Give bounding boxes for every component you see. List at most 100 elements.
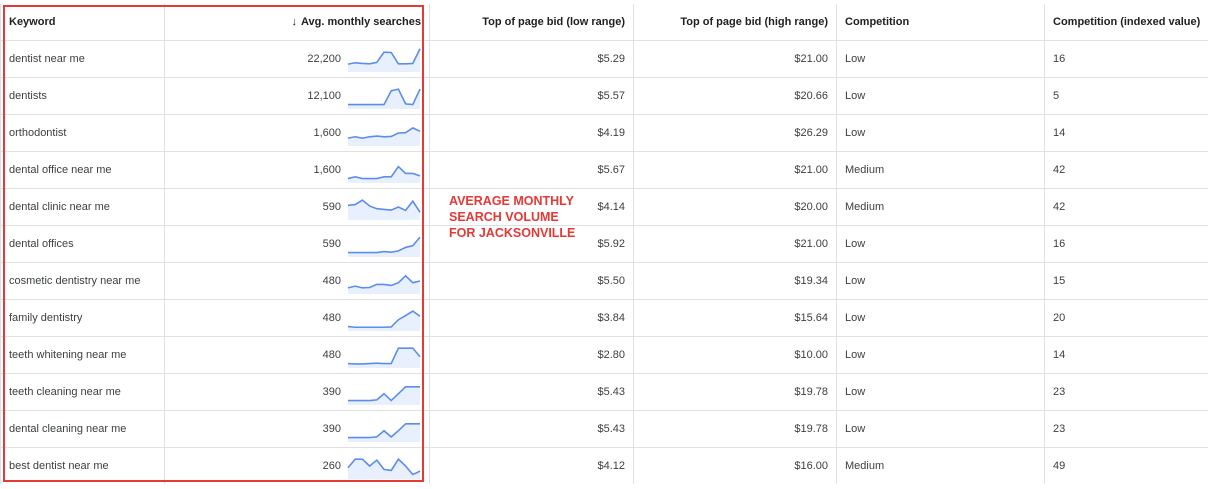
competition-cell: Low [836, 373, 1045, 411]
trend-sparkline [347, 199, 421, 220]
avg-searches-value: 1,600 [313, 127, 341, 139]
table-row[interactable]: family dentistry 480 $3.84 $15.64 Low 20 [0, 299, 1208, 337]
annotation-text: AVERAGE MONTHLY SEARCH VOLUME FOR JACKSO… [449, 193, 609, 241]
avg-searches-cell: 1,600 [164, 114, 430, 152]
sparkline-area [348, 166, 420, 183]
bid-low-cell: $4.19 [429, 114, 634, 152]
column-header-avg-monthly-searches[interactable]: ↓ Avg. monthly searches [164, 4, 430, 41]
table-row[interactable]: dentist near me 22,200 $5.29 $21.00 Low 16 [0, 40, 1208, 78]
bid-low-cell: $5.50 [429, 262, 634, 300]
bid-high-cell: $21.00 [633, 225, 837, 263]
avg-searches-wrap: 12,100 [173, 83, 421, 109]
avg-searches-cell: 12,100 [164, 77, 430, 115]
bid-high-cell: $16.00 [633, 447, 837, 484]
sparkline-line [348, 88, 421, 106]
competition-cell: Low [836, 299, 1045, 337]
table-row[interactable]: teeth whitening near me 480 $2.80 $10.00 Low… [0, 336, 1208, 374]
table-row[interactable]: dental office near me 1,600 $5.67 $21.00 Med… [0, 151, 1208, 189]
avg-searches-value: 390 [322, 423, 341, 435]
avg-searches-value: 12,100 [307, 90, 341, 102]
sparkline-area [348, 423, 420, 442]
avg-searches-value: 590 [322, 238, 341, 250]
avg-searches-cell: 260 [164, 447, 430, 484]
table-row[interactable]: cosmetic dentistry near me 480 $5.50 $19.34… [0, 262, 1208, 300]
avg-searches-wrap: 590 [173, 194, 421, 220]
trend-sparkline [347, 126, 421, 146]
trend-sparkline [347, 274, 421, 294]
competition-indexed-cell: 23 [1044, 410, 1208, 448]
column-header-avg-label: Avg. monthly searches [300, 16, 421, 28]
competition-indexed-cell: 20 [1044, 299, 1208, 337]
avg-searches-cell: 1,600 [164, 151, 430, 189]
bid-high-cell: $20.66 [633, 77, 837, 115]
competition-indexed-cell: 16 [1044, 40, 1208, 78]
avg-searches-cell: 22,200 [164, 40, 430, 78]
bid-high-cell: $21.00 [633, 151, 837, 189]
bid-low-cell: $5.29 [429, 40, 634, 78]
competition-cell: Medium [836, 447, 1045, 484]
bid-high-cell: $19.78 [633, 410, 837, 448]
competition-cell: Low [836, 114, 1045, 152]
bid-high-cell: $15.64 [633, 299, 837, 337]
avg-searches-wrap: 390 [173, 416, 421, 442]
avg-searches-cell: 590 [164, 188, 430, 226]
competition-cell: Medium [836, 151, 1045, 189]
annotation-line: AVERAGE MONTHLY [449, 194, 575, 208]
competition-indexed-cell: 42 [1044, 188, 1208, 226]
column-header-bid-low[interactable]: Top of page bid (low range) [429, 4, 634, 41]
trend-sparkline [347, 48, 421, 72]
keyword-cell: dental clinic near me [0, 188, 165, 226]
avg-searches-cell: 390 [164, 410, 430, 448]
column-header-keyword[interactable]: Keyword [0, 4, 165, 41]
table-row[interactable]: dentists 12,100 $5.57 $20.66 Low 5 [0, 77, 1208, 115]
column-header-competition[interactable]: Competition [836, 4, 1045, 41]
avg-searches-wrap: 480 [173, 305, 421, 331]
bid-high-cell: $10.00 [633, 336, 837, 374]
bid-high-cell: $19.34 [633, 262, 837, 300]
avg-searches-wrap: 590 [173, 231, 421, 257]
column-header-bid-high[interactable]: Top of page bid (high range) [633, 4, 837, 41]
bid-low-cell: $5.67 [429, 151, 634, 189]
keyword-cell: dentist near me [0, 40, 165, 78]
avg-searches-cell: 480 [164, 336, 430, 374]
keyword-cell: cosmetic dentistry near me [0, 262, 165, 300]
keyword-cell: teeth cleaning near me [0, 373, 165, 411]
bid-low-cell: $2.80 [429, 336, 634, 374]
avg-searches-cell: 480 [164, 262, 430, 300]
avg-searches-value: 590 [322, 201, 341, 213]
competition-indexed-cell: 49 [1044, 447, 1208, 484]
avg-searches-wrap: 22,200 [173, 46, 421, 72]
keyword-cell: orthodontist [0, 114, 165, 152]
column-header-competition-indexed[interactable]: Competition (indexed value) [1045, 4, 1208, 41]
competition-cell: Low [836, 336, 1045, 374]
competition-indexed-cell: 14 [1044, 114, 1208, 152]
trend-sparkline [348, 236, 421, 257]
bid-low-cell: $5.57 [429, 77, 634, 115]
avg-searches-wrap: 1,600 [173, 157, 421, 183]
avg-searches-wrap: 260 [173, 453, 421, 479]
competition-cell: Low [836, 410, 1045, 448]
bid-low-cell: $5.43 [429, 410, 634, 448]
avg-searches-wrap: 480 [173, 342, 421, 368]
keyword-cell: dental cleaning near me [0, 410, 165, 448]
table-row[interactable]: teeth cleaning near me 390 $5.43 $19.78 Low 2… [0, 373, 1208, 411]
competition-indexed-cell: 16 [1044, 225, 1208, 263]
table-row[interactable]: best dentist near me 260 $4.12 $16.00 Medium… [0, 447, 1208, 484]
competition-indexed-cell: 15 [1044, 262, 1208, 300]
bid-high-cell: $19.78 [633, 373, 837, 411]
trend-sparkline [347, 310, 421, 331]
competition-indexed-cell: 42 [1044, 151, 1208, 189]
annotation-line: FOR JACKSONVILLE [449, 226, 576, 240]
competition-indexed-cell: 5 [1044, 77, 1208, 115]
keyword-cell: teeth whitening near me [0, 336, 165, 374]
table-row[interactable]: dental cleaning near me 390 $5.43 $19.78 Low… [0, 410, 1208, 448]
competition-cell: Low [836, 40, 1045, 78]
bid-high-cell: $21.00 [633, 40, 837, 78]
avg-searches-cell: 590 [164, 225, 430, 263]
competition-indexed-cell: 23 [1044, 373, 1208, 411]
bid-low-cell: $3.84 [429, 299, 634, 337]
competition-cell: Low [836, 262, 1045, 300]
trend-sparkline [348, 88, 421, 109]
table-row[interactable]: orthodontist 1,600 $4.19 $26.29 Low 14 [0, 114, 1208, 152]
arrow-down-icon: ↓ [291, 16, 297, 28]
